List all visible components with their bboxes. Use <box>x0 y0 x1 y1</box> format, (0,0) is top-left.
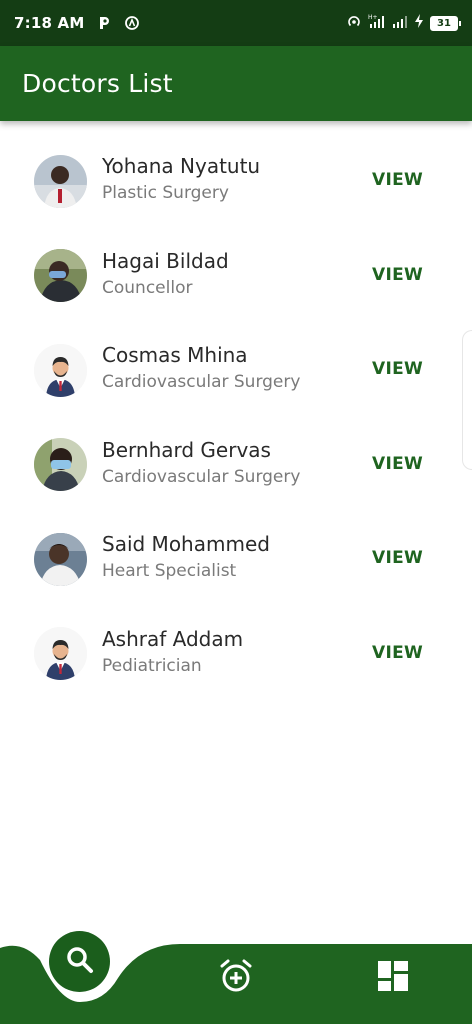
doctor-name: Ashraf Addam <box>102 626 244 651</box>
avatar <box>34 343 87 397</box>
view-button[interactable]: VIEW <box>372 170 423 190</box>
view-button[interactable]: VIEW <box>372 265 423 285</box>
search-button[interactable] <box>49 931 110 992</box>
avatar <box>34 249 87 303</box>
doctor-name: Hagai Bildad <box>102 248 229 273</box>
search-icon <box>65 945 95 979</box>
add-alarm-icon <box>219 959 253 997</box>
view-button[interactable]: VIEW <box>372 359 423 379</box>
view-button[interactable]: VIEW <box>372 548 423 568</box>
doctor-row[interactable]: Hagai Bildad Councellor VIEW <box>0 229 472 324</box>
parking-p-icon <box>96 15 112 31</box>
doctor-specialty: Plastic Surgery <box>102 183 229 203</box>
doctor-row[interactable]: Cosmas Mhina Cardiovascular Surgery VIEW <box>0 323 472 418</box>
page-title: Doctors List <box>22 69 173 98</box>
doctor-specialty: Councellor <box>102 277 193 298</box>
status-bar: 7:18 AM H+ 31 <box>0 0 472 46</box>
signal-icon <box>392 13 408 33</box>
doctor-name: Yohana Nyatutu <box>102 154 261 178</box>
charging-bolt-icon <box>414 13 424 33</box>
doctor-row[interactable]: Bernhard Gervas Cardiovascular Surgery V… <box>0 418 472 513</box>
doctor-name: Cosmas Mhina <box>102 343 248 367</box>
dashboard-button[interactable] <box>375 960 411 996</box>
doctor-row[interactable]: Ashraf Addam Pediatrician VIEW <box>0 607 472 702</box>
edge-panel-handle[interactable] <box>462 330 472 470</box>
notification-app-icon <box>124 15 140 31</box>
doctor-row[interactable]: Yohana Nyatutu Plastic Surgery VIEW <box>0 134 472 229</box>
doctor-specialty: Heart Specialist <box>102 561 237 581</box>
app-bar: Doctors List <box>0 46 472 121</box>
hotspot-icon <box>346 13 362 33</box>
dashboard-icon <box>377 960 409 996</box>
doctor-name: Said Mohammed <box>102 532 270 556</box>
avatar <box>34 627 87 681</box>
status-icons: H+ 31 <box>346 0 461 46</box>
doctor-specialty: Cardiovascular Surgery <box>102 372 301 392</box>
status-time: 7:18 AM <box>14 14 85 32</box>
doctor-specialty: Cardiovascular Surgery <box>102 466 301 487</box>
battery-indicator: 31 <box>430 15 461 31</box>
doctor-name: Bernhard Gervas <box>102 437 271 462</box>
bottom-navigation <box>0 930 472 1024</box>
doctor-row[interactable]: Said Mohammed Heart Specialist VIEW <box>0 512 472 607</box>
avatar <box>34 154 87 208</box>
avatar <box>34 532 87 586</box>
signal-h-icon: H+ <box>368 13 386 33</box>
doctor-list: Yohana Nyatutu Plastic Surgery VIEW Haga… <box>0 134 472 701</box>
avatar <box>34 438 87 492</box>
doctor-specialty: Pediatrician <box>102 655 202 676</box>
svg-text:H+: H+ <box>368 14 378 21</box>
view-button[interactable]: VIEW <box>372 454 423 474</box>
view-button[interactable]: VIEW <box>372 643 423 663</box>
add-alarm-button[interactable] <box>218 959 254 997</box>
